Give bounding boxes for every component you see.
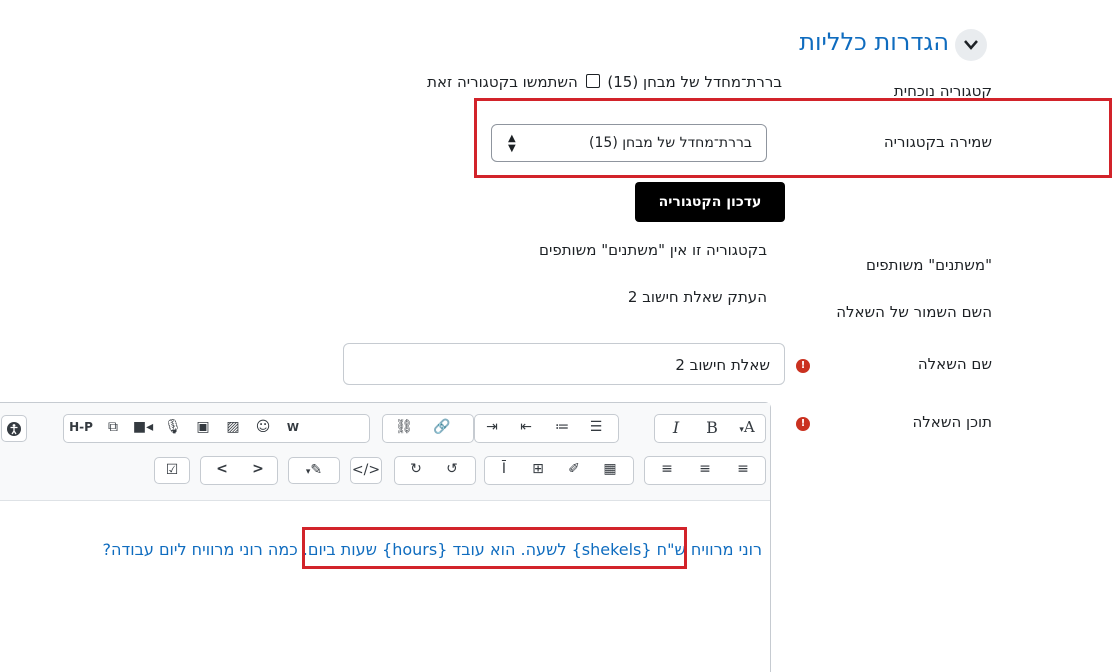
list-group: ⇥ ⇤ ≔ ☰ — [474, 414, 619, 443]
indent-icon[interactable]: ⇥ — [475, 415, 509, 442]
bullet-list-icon[interactable]: ☰ — [579, 415, 613, 442]
history-nav-group: < > — [200, 456, 278, 485]
paint-icon[interactable]: ▾✎ — [288, 457, 340, 484]
editor-toolbar: H-P ⧉ ■◂ 🎙 ▣ ▨ ☺ W ⛓ 🔗 ⇥ ⇤ ≔ ☰ I B ▾A ☑ … — [0, 403, 770, 501]
section-title: הגדרות כלליות — [799, 28, 949, 56]
numbered-list-icon[interactable]: ≔ — [545, 415, 579, 442]
question-name-label: שם השאלה — [917, 355, 992, 373]
calculator-icon[interactable]: ▦ — [593, 457, 627, 484]
media-group: H-P ⧉ ■◂ 🎙 ▣ ▨ ☺ W — [63, 414, 370, 443]
code-icon[interactable]: </> — [350, 457, 382, 484]
required-icon: ! — [796, 359, 810, 373]
accessibility-icon[interactable] — [1, 415, 27, 442]
image-icon[interactable]: ▨ — [218, 415, 248, 442]
undo-icon[interactable]: ↺ — [435, 457, 469, 484]
unlink-icon[interactable]: ⛓ — [389, 415, 419, 442]
link-icon[interactable]: 🔗 — [427, 415, 457, 442]
highlight-box-variables — [302, 527, 687, 569]
checklist-icon[interactable]: ☑ — [154, 457, 190, 484]
text-style-icon[interactable]: ▾A — [729, 415, 765, 442]
italic-icon[interactable]: I — [659, 415, 693, 442]
outdent-icon[interactable]: ⇤ — [509, 415, 543, 442]
emoji-icon[interactable]: ☺ — [248, 415, 278, 442]
format-group: I B ▾A — [654, 414, 766, 443]
update-category-button[interactable]: עדכון הקטגוריה — [635, 182, 785, 222]
table-icon[interactable]: ⊞ — [521, 457, 555, 484]
edit-icon[interactable]: ✐ — [557, 457, 591, 484]
saved-name-label: השם השמור של השאלה — [836, 303, 992, 321]
highlight-box-category — [474, 98, 1112, 178]
align-left-icon[interactable]: ≡ — [725, 457, 761, 484]
question-name-field[interactable] — [343, 343, 785, 385]
chevron-down-icon — [964, 40, 978, 50]
media-icon[interactable]: ▣ — [188, 415, 218, 442]
video-icon[interactable]: ■◂ — [128, 415, 158, 442]
question-name-input[interactable] — [358, 352, 772, 378]
arrow-left-icon[interactable]: < — [205, 457, 239, 484]
word-icon[interactable]: W — [278, 415, 308, 442]
cursor-icon[interactable]: Ī — [487, 457, 521, 484]
align-right-icon[interactable]: ≡ — [649, 457, 685, 484]
question-text-label: תוכן השאלה — [912, 413, 992, 431]
align-group: ≡ ≡ ≡ — [644, 456, 766, 485]
use-category-label: השתמשו בקטגוריה זאת — [427, 73, 578, 91]
h5p-icon[interactable]: H-P — [64, 415, 98, 442]
copy-icon[interactable]: ⧉ — [98, 415, 128, 442]
shared-wildcards-value: בקטגוריה זו אין "משתנים" משותפים — [539, 241, 767, 259]
insert-group: Ī ⊞ ✐ ▦ — [484, 456, 634, 485]
microphone-icon[interactable]: 🎙 — [158, 415, 188, 442]
use-category-checkbox[interactable] — [585, 74, 600, 88]
arrow-right-icon[interactable]: > — [241, 457, 275, 484]
current-category-row: בררת־מחדל של מבחן (15) השתמשו בקטגוריה ז… — [427, 73, 782, 91]
undo-redo-group: ↻ ↺ — [394, 456, 476, 485]
required-icon: ! — [796, 417, 810, 431]
collapse-toggle[interactable] — [955, 29, 987, 61]
current-category-value: בררת־מחדל של מבחן (15) — [607, 73, 782, 91]
align-center-icon[interactable]: ≡ — [687, 457, 723, 484]
redo-icon[interactable]: ↻ — [399, 457, 433, 484]
bold-icon[interactable]: B — [695, 415, 729, 442]
saved-name-value: העתק שאלת חישוב 2 — [627, 288, 767, 306]
shared-wildcards-label: "משתנים" משותפים — [866, 256, 992, 274]
link-group: ⛓ 🔗 — [382, 414, 474, 443]
